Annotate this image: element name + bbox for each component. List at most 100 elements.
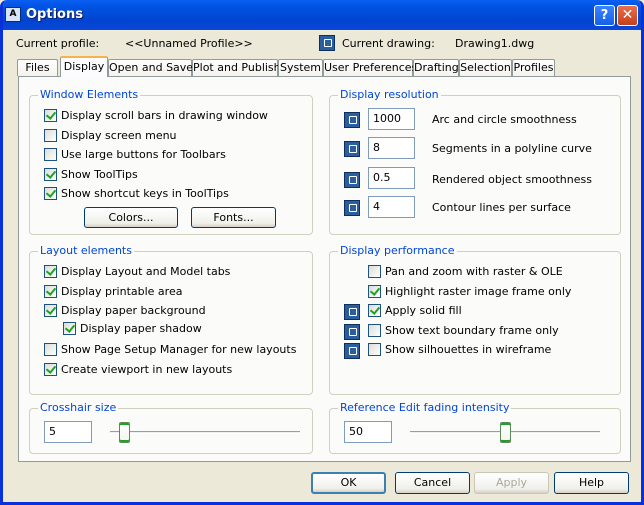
checkbox-box[interactable] [44,284,57,298]
checkbox-silhouettes-wireframe[interactable]: Show silhouettes in wireframe [368,342,552,358]
xref-fading-title: Reference Edit fading intensity [338,401,512,414]
contour-lines-label: Contour lines per surface [432,201,571,214]
checkbox-box[interactable] [44,108,57,122]
title-close-button[interactable]: ✕ [617,5,638,26]
checkbox-shortcut-keys-tooltips[interactable]: Show shortcut keys in ToolTips [44,186,229,202]
checkbox-box[interactable] [44,167,57,181]
checkbox-label: Display scroll bars in drawing window [61,109,268,122]
arc-circle-smoothness-label: Arc and circle smoothness [432,113,577,126]
polyline-segments-input[interactable]: 8 [368,137,415,159]
checkbox-label: Show silhouettes in wireframe [385,343,552,356]
checkbox-display-scroll-bars[interactable]: Display scroll bars in drawing window [44,108,268,124]
drawing-setting-icon [344,112,360,128]
checkbox-box[interactable] [368,284,381,298]
checkbox-box[interactable] [44,264,57,278]
checkbox-pan-zoom-raster[interactable]: Pan and zoom with raster & OLE [368,264,563,280]
display-tab-panel: Window Elements Display scroll bars in d… [18,76,631,462]
checkbox-paper-shadow[interactable]: Display paper shadow [63,321,202,337]
fonts-button[interactable]: Fonts... [191,207,276,228]
title-bar[interactable]: A Options ? ✕ [3,0,641,30]
current-drawing-value: Drawing1.dwg [455,37,535,50]
options-dialog: A Options ? ✕ Current profile: <<Unnamed… [0,0,644,505]
crosshair-size-group: Crosshair size 5 [29,401,313,454]
checkbox-layout-model-tabs[interactable]: Display Layout and Model tabs [44,264,230,280]
drawing-setting-icon [344,324,360,340]
tab-display[interactable]: Display [60,56,108,77]
crosshair-size-input[interactable]: 5 [44,421,92,443]
checkbox-label: Show Page Setup Manager for new layouts [61,343,297,356]
checkbox-box[interactable] [368,342,381,356]
crosshair-size-slider-track[interactable] [110,431,300,434]
crosshair-size-title: Crosshair size [38,401,119,414]
colors-button[interactable]: Colors... [84,207,178,228]
arc-circle-smoothness-input[interactable]: 1000 [368,108,415,130]
ok-button[interactable]: OK [311,472,386,494]
tab-profiles[interactable]: Profiles [512,59,555,76]
checkbox-label: Display printable area [61,285,183,298]
checkbox-label: Pan and zoom with raster & OLE [385,265,563,278]
checkbox-display-screen-menu[interactable]: Display screen menu [44,128,177,144]
checkbox-create-viewport[interactable]: Create viewport in new layouts [44,362,233,378]
layout-elements-title: Layout elements [38,244,134,257]
checkbox-box[interactable] [368,303,381,317]
contour-lines-input[interactable]: 4 [368,196,415,218]
window-elements-group: Window Elements Display scroll bars in d… [29,88,313,235]
tab-system[interactable]: System [278,59,323,76]
checkbox-large-buttons[interactable]: Use large buttons for Toolbars [44,147,226,163]
checkbox-label: Highlight raster image frame only [385,285,572,298]
cancel-button[interactable]: Cancel [395,472,470,494]
rendered-smoothness-label: Rendered object smoothness [432,173,592,186]
checkbox-label: Show shortcut keys in ToolTips [61,187,229,200]
drawing-setting-icon [319,35,335,51]
crosshair-size-slider-thumb[interactable] [118,422,130,443]
display-performance-group: Display performance Pan and zoom with ra… [329,244,621,395]
window-elements-title: Window Elements [38,88,141,101]
tab-plot-and-publish[interactable]: Plot and Publish [192,59,281,76]
checkbox-box[interactable] [368,323,381,337]
drawing-setting-icon [344,304,360,320]
checkbox-label: Show text boundary frame only [385,324,559,337]
checkbox-box[interactable] [44,147,57,161]
checkbox-show-tooltips[interactable]: Show ToolTips [44,167,138,183]
xref-fading-slider-thumb[interactable] [499,422,511,443]
drawing-setting-icon [344,172,360,188]
drawing-setting-icon [344,141,360,157]
layout-elements-group: Layout elements Display Layout and Model… [29,244,313,395]
title-help-button[interactable]: ? [594,5,615,26]
xref-fading-input[interactable]: 50 [344,421,392,443]
checkbox-label: Show ToolTips [61,168,138,181]
checkbox-box[interactable] [44,362,57,376]
checkbox-box[interactable] [44,303,57,317]
autocad-icon: A [5,7,21,22]
drawing-setting-icon [344,343,360,359]
rendered-smoothness-input[interactable]: 0.5 [368,167,415,189]
display-resolution-group: Display resolution 1000 Arc and circle s… [329,88,621,235]
checkbox-box[interactable] [63,321,76,335]
tab-drafting[interactable]: Drafting [413,59,459,76]
help-button[interactable]: Help [554,472,629,494]
checkbox-label: Apply solid fill [385,304,462,317]
polyline-segments-label: Segments in a polyline curve [432,142,592,155]
tab-files[interactable]: Files [17,59,58,76]
checkbox-box[interactable] [44,128,57,142]
tab-selection[interactable]: Selection [459,59,512,76]
checkbox-paper-background[interactable]: Display paper background [44,303,206,319]
checkbox-label: Display screen menu [61,129,177,142]
checkbox-label: Display paper background [61,304,206,317]
tab-user-preferences[interactable]: User Preferences [323,59,417,76]
checkbox-box[interactable] [44,186,57,200]
display-performance-title: Display performance [338,244,457,257]
checkbox-printable-area[interactable]: Display printable area [44,284,183,300]
checkbox-box[interactable] [368,264,381,278]
checkbox-label: Create viewport in new layouts [61,363,233,376]
checkbox-text-boundary-frame[interactable]: Show text boundary frame only [368,323,559,339]
checkbox-apply-solid-fill[interactable]: Apply solid fill [368,303,462,319]
apply-button[interactable]: Apply [474,472,549,494]
current-profile-label: Current profile: [16,37,100,50]
tab-open-and-save[interactable]: Open and Save [108,59,193,76]
checkbox-highlight-raster-frame[interactable]: Highlight raster image frame only [368,284,572,300]
window-title: Options [26,7,83,22]
checkbox-box[interactable] [44,342,57,356]
checkbox-page-setup-manager[interactable]: Show Page Setup Manager for new layouts [44,342,297,358]
checkbox-label: Use large buttons for Toolbars [61,148,226,161]
